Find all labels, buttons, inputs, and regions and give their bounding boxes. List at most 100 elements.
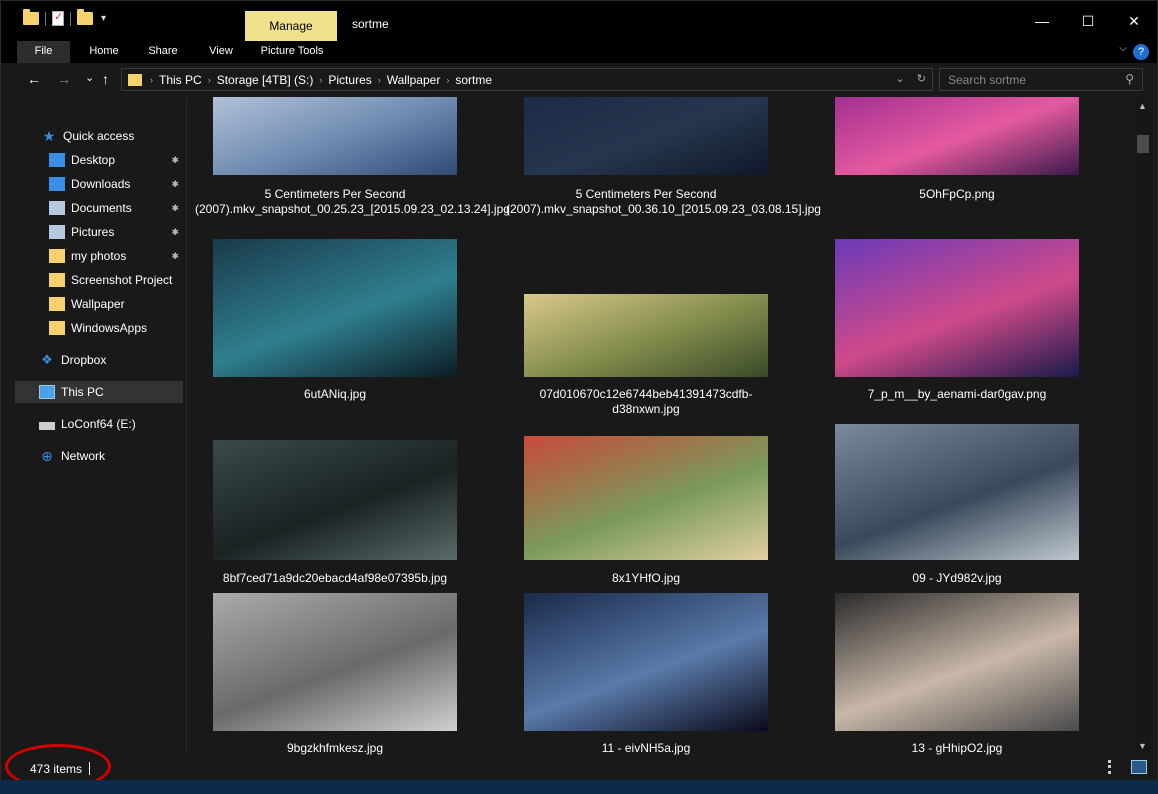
breadcrumb-item[interactable]: This PC: [159, 73, 202, 87]
image-thumbnail[interactable]: [835, 97, 1079, 175]
file-name[interactable]: 11 - eivNH5a.jpg: [506, 741, 786, 755]
sidebar-item-this-pc[interactable]: This PC: [15, 381, 183, 403]
tab-file[interactable]: File: [17, 41, 70, 63]
sidebar-item-pictures[interactable]: Pictures ✱: [15, 221, 183, 243]
image-thumbnail[interactable]: [213, 440, 457, 560]
breadcrumb-item[interactable]: Storage [4TB] (S:): [217, 73, 314, 87]
search-input[interactable]: Search sortme ⚲: [939, 68, 1143, 91]
window-controls: — ☐ ✕: [1019, 1, 1157, 41]
image-thumbnail[interactable]: [524, 593, 768, 731]
drive-icon: [39, 422, 55, 430]
folder-icon[interactable]: [23, 9, 39, 25]
breadcrumb-item[interactable]: sortme: [455, 73, 492, 87]
tab-view[interactable]: View: [201, 41, 241, 63]
sidebar-item-downloads[interactable]: Downloads ✱: [15, 173, 183, 195]
pin-icon[interactable]: ✱: [171, 179, 179, 190]
file-name[interactable]: 5OhFpCp.png: [817, 187, 1097, 202]
file-name[interactable]: 13 - gHhipO2.jpg: [817, 741, 1097, 755]
address-bar[interactable]: › This PC › Storage [4TB] (S:) › Pictures › Wal…: [121, 68, 933, 91]
breadcrumb-chevron-icon[interactable]: ›: [150, 75, 153, 85]
pin-icon[interactable]: ✱: [171, 203, 179, 214]
file-name[interactable]: 8bf7ced71a9dc20ebacd4af98e07395b.jpg: [195, 571, 475, 586]
search-icon[interactable]: ⚲: [1125, 72, 1134, 86]
image-thumbnail[interactable]: [213, 97, 457, 175]
search-placeholder: Search sortme: [948, 73, 1027, 87]
details-view-icon[interactable]: [1108, 760, 1124, 774]
file-name[interactable]: 8x1YHfO.jpg: [506, 571, 786, 586]
scroll-thumb[interactable]: [1137, 135, 1149, 153]
image-thumbnail[interactable]: [835, 424, 1079, 560]
title-bar: ▾ Manage sortme — ☐ ✕: [1, 1, 1157, 41]
sidebar-item-windowsapps[interactable]: WindowsApps: [15, 317, 183, 339]
file-name[interactable]: 5 Centimeters Per Second (2007).mkv_snap…: [195, 187, 510, 217]
scroll-down-icon[interactable]: ▼: [1138, 741, 1147, 751]
network-icon: ⊕: [41, 448, 53, 464]
back-button[interactable]: ←: [27, 71, 41, 87]
folder-icon: [128, 73, 142, 86]
file-explorer-window: ▾ Manage sortme — ☐ ✕ File Home Share View P…: [0, 0, 1158, 794]
scroll-up-icon[interactable]: ▲: [1138, 101, 1147, 111]
status-bar: 473 items: [1, 755, 1157, 781]
properties-icon[interactable]: [52, 10, 64, 26]
pictures-icon: [49, 225, 65, 239]
tab-home[interactable]: Home: [84, 41, 124, 63]
breadcrumb-item[interactable]: Pictures: [328, 73, 371, 87]
customize-toolbar-dropdown-icon[interactable]: ▾: [101, 13, 106, 24]
folder-icon: [49, 297, 65, 311]
file-name[interactable]: 6utANiq.jpg: [195, 387, 475, 402]
close-button[interactable]: ✕: [1111, 1, 1157, 41]
breadcrumb-chevron-icon[interactable]: ›: [319, 75, 322, 85]
sidebar-item-label: Downloads: [71, 177, 131, 191]
image-thumbnail[interactable]: [524, 294, 768, 377]
new-folder-icon[interactable]: [77, 9, 93, 25]
tab-picture-tools[interactable]: Picture Tools: [257, 41, 327, 63]
vertical-scrollbar[interactable]: ▲ ▼: [1134, 97, 1151, 755]
quick-access-toolbar: ▾: [23, 9, 106, 26]
manage-tab[interactable]: Manage: [245, 11, 337, 41]
sidebar-item-dropbox[interactable]: ❖ Dropbox: [15, 349, 183, 371]
pin-icon[interactable]: ✱: [171, 155, 179, 166]
sidebar-item-label: This PC: [61, 385, 104, 399]
image-thumbnail[interactable]: [213, 239, 457, 377]
image-thumbnail[interactable]: [524, 436, 768, 560]
forward-button[interactable]: →: [57, 71, 71, 87]
image-thumbnail[interactable]: [835, 593, 1079, 731]
file-name[interactable]: 7_p_m__by_aenami-dar0gav.png: [817, 387, 1097, 402]
sidebar-item-my-photos[interactable]: my photos ✱: [15, 245, 183, 267]
breadcrumb-chevron-icon[interactable]: ›: [446, 75, 449, 85]
large-icons-view-icon[interactable]: [1131, 760, 1147, 774]
maximize-button[interactable]: ☐: [1065, 1, 1111, 41]
sidebar-item-quick-access[interactable]: ★ Quick access: [15, 125, 183, 147]
sidebar-item-network[interactable]: ⊕ Network: [15, 445, 183, 467]
folder-icon: [49, 321, 65, 335]
navigation-pane: ★ Quick access Desktop ✱ Downloads ✱ Documents…: [15, 97, 186, 755]
pin-icon[interactable]: ✱: [171, 227, 179, 238]
file-name[interactable]: 5 Centimeters Per Second (2007).mkv_snap…: [506, 187, 821, 217]
image-thumbnail[interactable]: [213, 593, 457, 731]
tab-share[interactable]: Share: [143, 41, 183, 63]
address-dropdown-icon[interactable]: ⌄: [895, 73, 904, 85]
sidebar-item-screenshot-project[interactable]: Screenshot Project: [15, 269, 183, 291]
pin-icon[interactable]: ✱: [171, 251, 179, 262]
up-button[interactable]: ↑: [102, 71, 109, 87]
image-thumbnail[interactable]: [524, 97, 768, 175]
minimize-button[interactable]: —: [1019, 1, 1065, 41]
breadcrumb-chevron-icon[interactable]: ›: [208, 75, 211, 85]
recent-locations-dropdown[interactable]: ⌄: [85, 71, 94, 84]
file-name[interactable]: 07d010670c12e6744beb41391473cdfb-d38nxwn…: [506, 387, 786, 417]
help-icon[interactable]: ?: [1133, 44, 1149, 60]
sidebar-item-documents[interactable]: Documents ✱: [15, 197, 183, 219]
expand-ribbon-icon[interactable]: ⌵: [1119, 43, 1127, 54]
address-controls: ⌄ ↻: [895, 72, 926, 85]
breadcrumb-chevron-icon[interactable]: ›: [378, 75, 381, 85]
sidebar-item-wallpaper[interactable]: Wallpaper: [15, 293, 183, 315]
sidebar-item-label: Wallpaper: [71, 297, 125, 311]
file-name[interactable]: 09 - JYd982v.jpg: [817, 571, 1097, 586]
sidebar-item-label: Pictures: [71, 225, 115, 239]
breadcrumb-item[interactable]: Wallpaper: [387, 73, 441, 87]
sidebar-item-loconf64-e[interactable]: LoConf64 (E:): [15, 413, 183, 435]
file-name[interactable]: 9bgzkhfmkesz.jpg: [195, 741, 475, 755]
sidebar-item-desktop[interactable]: Desktop ✱: [15, 149, 183, 171]
image-thumbnail[interactable]: [835, 239, 1079, 377]
refresh-icon[interactable]: ↻: [917, 73, 926, 85]
